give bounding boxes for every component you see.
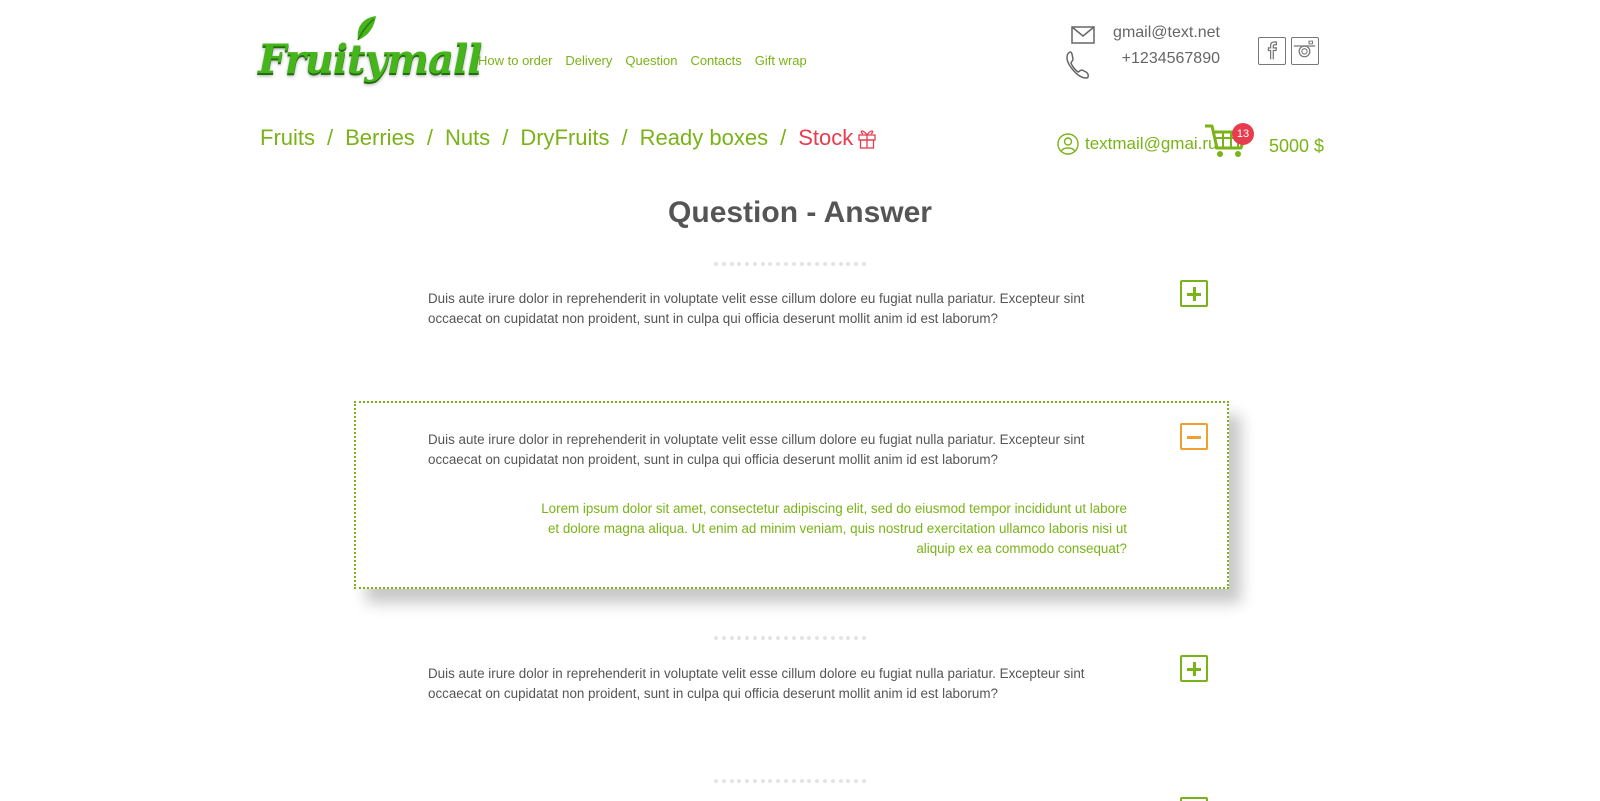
dotted-divider (714, 262, 866, 268)
email-row: gmail@text.net (1071, 24, 1220, 44)
cart-button[interactable]: 13 (1203, 120, 1254, 160)
collapse-button[interactable] (1180, 423, 1208, 450)
gift-icon (858, 130, 876, 149)
category-nuts[interactable]: Nuts (445, 125, 490, 151)
account-link[interactable]: textmail@gmai.ru (1057, 133, 1218, 155)
mail-icon (1071, 26, 1095, 44)
nav-how-to-order[interactable]: How to order (478, 53, 552, 68)
user-icon (1057, 133, 1079, 155)
facebook-icon[interactable] (1258, 37, 1286, 65)
contact-info: gmail@text.net +1234567890 (1065, 22, 1220, 79)
phone-icon (1065, 51, 1089, 79)
category-separator: / (621, 125, 628, 150)
logo[interactable]: Fruitymall (258, 14, 482, 88)
category-berries[interactable]: Berries (345, 125, 415, 151)
cart-total: 5000 $ (1269, 136, 1325, 156)
phone-row: +1234567890 (1065, 50, 1220, 79)
expand-button[interactable] (1180, 797, 1208, 801)
contact-phone[interactable]: +1234567890 (1122, 50, 1220, 68)
category-nav: Fruits / Berries / Nuts / DryFruits / Re… (260, 125, 877, 151)
faq-question: Duis aute irure dolor in reprehenderit i… (428, 666, 1085, 701)
cart-count-badge: 13 (1232, 123, 1254, 145)
expand-button[interactable] (1180, 655, 1208, 682)
faq-question: Duis aute irure dolor in reprehenderit i… (428, 291, 1085, 326)
category-fruits[interactable]: Fruits (260, 125, 315, 151)
nav-question[interactable]: Question (625, 53, 677, 68)
faq-answer: Lorem ipsum dolor sit amet, consectetur … (541, 501, 1127, 556)
faq-question: Duis aute irure dolor in reprehenderit i… (428, 432, 1085, 467)
category-ready-boxes[interactable]: Ready boxes (640, 125, 768, 151)
expand-button[interactable] (1180, 280, 1208, 307)
logo-text: Fruitymall (258, 36, 482, 83)
nav-delivery[interactable]: Delivery (565, 53, 612, 68)
account-email: textmail@gmai.ru (1085, 134, 1218, 153)
contact-email[interactable]: gmail@text.net (1113, 24, 1220, 42)
dotted-divider (714, 636, 866, 642)
instagram-icon[interactable] (1291, 37, 1319, 65)
category-separator: / (502, 125, 509, 150)
category-dryfruits[interactable]: DryFruits (520, 125, 609, 151)
nav-gift-wrap[interactable]: Gift wrap (755, 53, 807, 68)
category-separator: / (426, 125, 433, 150)
nav-contacts[interactable]: Contacts (690, 53, 741, 68)
category-stock[interactable]: Stock (798, 125, 853, 151)
category-separator: / (327, 125, 334, 150)
page-title: Question - Answer (668, 196, 932, 229)
category-separator: / (780, 125, 787, 150)
dotted-divider (714, 779, 866, 785)
top-nav: How to order Delivery Question Contacts … (478, 53, 807, 68)
